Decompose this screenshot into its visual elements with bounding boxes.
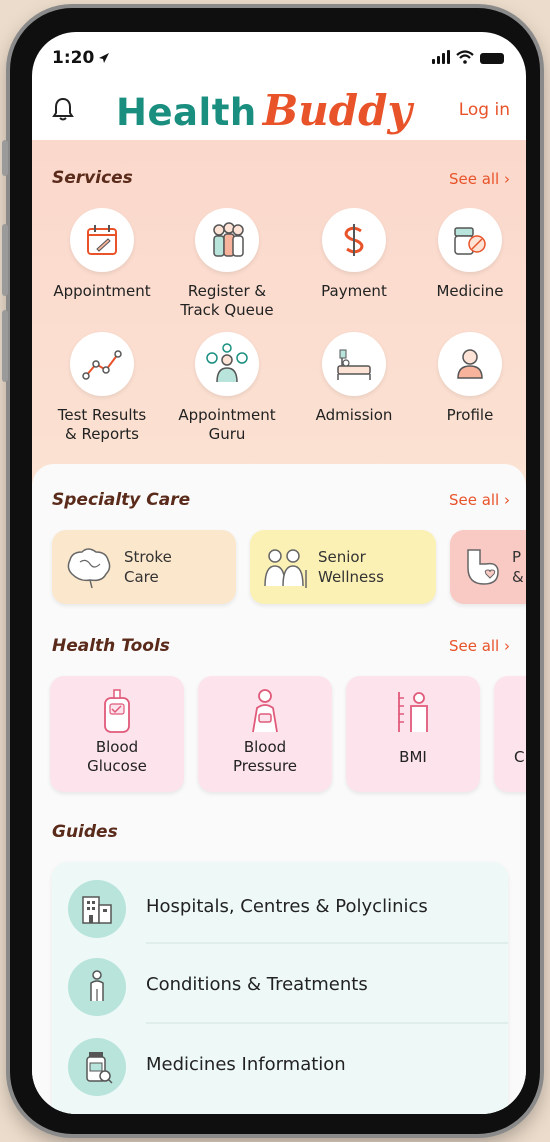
chart-line-icon [82,350,122,380]
specialty-pregnancy[interactable]: P & [450,530,526,604]
medicine-bottle-icon [86,1052,113,1084]
seniors-icon [264,549,307,588]
battery-icon [480,53,504,64]
service-label: Profile [446,406,494,424]
service-label: Admission [315,406,393,424]
bell-icon[interactable] [52,96,74,122]
tool-blood-pressure[interactable]: Blood Pressure [198,676,332,792]
service-register-track-queue[interactable]: Register & Track Queue [169,208,285,320]
specialty-stroke-care[interactable]: Stroke Care [52,530,236,604]
dollar-icon [344,224,364,256]
service-label: Test Results & Reports [57,406,147,443]
guide-conditions-treatments[interactable]: Conditions & Treatments [52,948,508,1020]
app-header: Health Buddy Log in [32,82,526,140]
brain-icon [67,548,111,589]
bmi-icon [398,692,428,732]
specialty-label: Senior Wellness [318,548,384,586]
calendar-icon [87,225,117,255]
phone-volume-up-button [2,224,8,296]
guru-icon [206,343,248,383]
login-link[interactable]: Log in [459,100,510,120]
service-profile[interactable]: Profile [412,332,526,425]
specialty-care-title: Specialty Care [52,490,191,510]
pregnancy-icon [467,549,499,585]
guide-label: Hospitals, Centres & Polyclinics [146,896,428,917]
tool-label: Blood Pressure [232,738,298,775]
logo-buddy-text: Buddy [262,86,412,135]
services-title: Services [52,168,133,188]
app-screen: 1:20 Health Buddy Log in Services See al… [32,32,526,1114]
tools-see-all-link[interactable]: See all › [449,637,510,655]
person-body-icon [90,970,104,1001]
queue-people-icon [213,222,244,257]
service-appointment[interactable]: Appointment [44,208,160,301]
tool-label: BMI [399,748,427,766]
guides-title: Guides [52,822,118,842]
service-payment[interactable]: Payment [296,208,412,301]
phone-side-button [2,140,8,176]
services-background [32,140,526,520]
guide-divider [146,1022,508,1024]
service-medicine[interactable]: Medicine [412,208,526,301]
guide-label: Conditions & Treatments [146,974,368,995]
wifi-icon [456,50,474,64]
tool-label: Blood Glucose [87,738,147,775]
pill-bottle-icon [454,227,486,255]
status-bar: 1:20 [32,32,526,82]
service-test-results-reports[interactable]: Test Results & Reports [44,332,160,444]
services-see-all-link[interactable]: See all › [449,170,510,188]
status-icons [432,50,504,64]
guide-hospitals[interactable]: Hospitals, Centres & Polyclinics [52,870,508,942]
person-icon [457,349,483,379]
guide-label: Medicines Information [146,1054,346,1075]
tool-bmi[interactable]: BMI [346,676,480,792]
tool-blood-glucose[interactable]: Blood Glucose [50,676,184,792]
phone-volume-down-button [2,310,8,382]
guide-divider [146,942,508,944]
hospital-bed-icon [337,349,371,380]
signal-icon [432,50,450,64]
logo-health-text: Health [116,91,257,134]
specialty-see-all-link[interactable]: See all › [449,491,510,509]
health-tools-title: Health Tools [52,636,170,656]
service-label: Register & Track Queue [180,282,274,319]
guides-card: Hospitals, Centres & Polyclinics Conditi… [52,862,508,1114]
specialty-label: P & [512,548,524,586]
service-admission[interactable]: Admission [296,332,412,425]
service-appointment-guru[interactable]: Appointment Guru [169,332,285,444]
service-label: Medicine [436,282,504,300]
guide-medicines-information[interactable]: Medicines Information [52,1028,508,1100]
tool-partial[interactable]: C [494,676,526,792]
location-arrow-icon [99,53,109,63]
blood-pressure-icon [252,689,278,733]
glucose-meter-icon [104,689,130,733]
status-time: 1:20 [52,48,95,68]
tool-label: C [514,748,525,766]
specialty-label: Stroke Care [124,548,172,586]
specialty-senior-wellness[interactable]: Senior Wellness [250,530,436,604]
hospital-building-icon [82,896,112,924]
service-label: Payment [321,282,387,300]
service-label: Appointment [53,282,151,300]
service-label: Appointment Guru [178,406,276,443]
healthbuddy-logo: Health Buddy [116,86,412,135]
